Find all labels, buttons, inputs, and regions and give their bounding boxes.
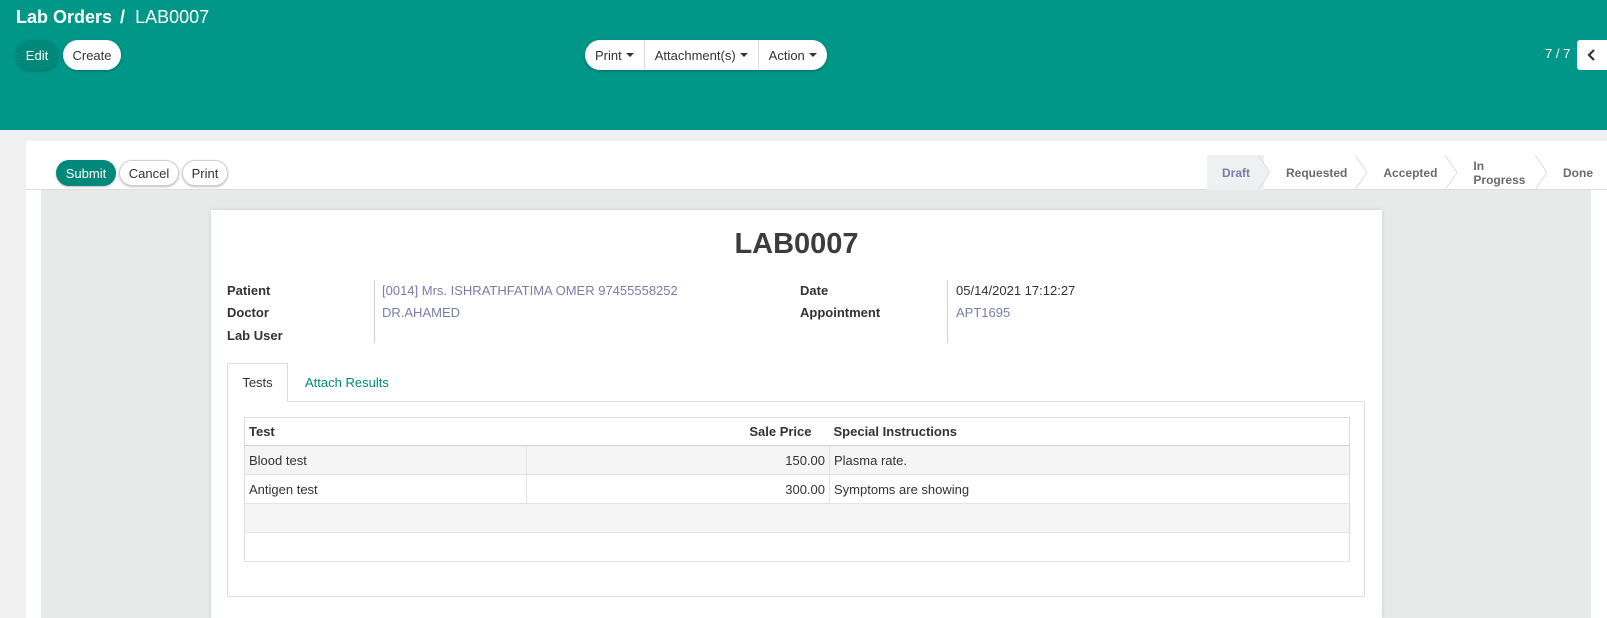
edit-button[interactable]: Edit <box>16 40 58 70</box>
sidebar-actions: Print Attachment(s) Action <box>585 40 827 70</box>
test-cell: Antigen test <box>244 474 527 504</box>
table-row[interactable]: Blood test 150.00 Plasma rate. <box>244 445 1350 475</box>
stage-in-progress[interactable]: In Progress <box>1451 155 1547 190</box>
tab-tests[interactable]: Tests <box>227 363 288 402</box>
attachments-dropdown[interactable]: Attachment(s) <box>645 40 759 70</box>
tab-attach-results[interactable]: Attach Results <box>305 363 389 402</box>
pager-previous-button[interactable] <box>1577 40 1607 70</box>
print-dropdown[interactable]: Print <box>585 40 645 70</box>
field-divider <box>947 280 948 343</box>
sale-price-cell: 300.00 <box>526 474 830 504</box>
control-panel: Lab Orders / LAB0007 Edit Create Print A… <box>0 0 1607 130</box>
cancel-button[interactable]: Cancel <box>119 160 179 186</box>
stage-requested[interactable]: Requested <box>1264 155 1368 190</box>
doctor-link[interactable]: DR.AHAMED <box>382 305 460 320</box>
stage-accepted[interactable]: Accepted <box>1361 155 1458 190</box>
field-divider <box>374 280 375 343</box>
instructions-cell: Symptoms are showing <box>829 474 1350 504</box>
column-header-test[interactable]: Test <box>244 417 527 446</box>
appointment-label: Appointment <box>800 305 881 320</box>
stage-label: Done <box>1563 165 1593 180</box>
pager-value[interactable]: 7 / 7 <box>1545 46 1570 61</box>
table-row[interactable]: Antigen test 300.00 Symptoms are showing <box>244 474 1350 504</box>
action-dropdown[interactable]: Action <box>759 40 827 70</box>
doctor-label: Doctor <box>227 305 269 320</box>
column-header-sale-price[interactable]: Sale Price <box>526 417 830 446</box>
stage-draft[interactable]: Draft <box>1207 155 1271 190</box>
table-header-row: Test Sale Price Special Instructions <box>244 417 1350 446</box>
status-stages: Draft Requested Accepted In Progress Don… <box>1207 155 1607 190</box>
tests-table: Test Sale Price Special Instructions Blo… <box>244 417 1350 562</box>
print-button[interactable]: Print <box>182 160 228 186</box>
patient-label: Patient <box>227 283 271 298</box>
notebook-tabs: Tests Attach Results <box>227 363 1365 402</box>
form-view: Submit Cancel Print Draft Requested Acce… <box>26 141 1607 618</box>
caret-down-icon <box>739 53 748 57</box>
action-dropdown-label: Action <box>768 47 805 63</box>
attachments-dropdown-label: Attachment(s) <box>654 47 736 63</box>
breadcrumb-current: LAB0007 <box>135 7 210 27</box>
submit-button[interactable]: Submit <box>56 160 116 186</box>
date-value: 05/14/2021 17:12:27 <box>956 283 1076 298</box>
form-sheet: LAB0007 Patient [0014] Mrs. ISHRATHFATIM… <box>211 210 1382 618</box>
chevron-left-icon <box>1587 49 1595 61</box>
stage-label: In Progress <box>1473 158 1526 187</box>
appointment-link[interactable]: APT1695 <box>956 305 1010 320</box>
empty-row <box>244 532 1350 562</box>
empty-row <box>244 503 1350 533</box>
record-title: LAB0007 <box>734 228 859 260</box>
date-label: Date <box>800 283 829 298</box>
instructions-cell: Plasma rate. <box>829 445 1350 475</box>
sale-price-cell: 150.00 <box>526 445 830 475</box>
stage-label: Accepted <box>1383 165 1438 180</box>
breadcrumb: Lab Orders / LAB0007 <box>16 7 209 28</box>
lab-user-label: Lab User <box>227 328 283 343</box>
status-bar: Submit Cancel Print Draft Requested Acce… <box>26 141 1607 190</box>
test-cell: Blood test <box>244 445 527 475</box>
print-dropdown-label: Print <box>595 47 622 63</box>
tests-tab-pane: Test Sale Price Special Instructions Blo… <box>227 402 1365 597</box>
breadcrumb-parent-link[interactable]: Lab Orders <box>16 7 112 27</box>
column-header-special-instructions[interactable]: Special Instructions <box>829 417 1350 446</box>
patient-link[interactable]: [0014] Mrs. ISHRATHFATIMA OMER 974555582… <box>382 283 678 298</box>
stage-done[interactable]: Done <box>1541 155 1607 190</box>
caret-down-icon <box>625 53 634 57</box>
stage-label: Requested <box>1286 165 1348 180</box>
create-button[interactable]: Create <box>63 40 121 70</box>
stage-label: Draft <box>1222 165 1251 180</box>
caret-down-icon <box>808 53 817 57</box>
breadcrumb-separator: / <box>120 7 126 27</box>
